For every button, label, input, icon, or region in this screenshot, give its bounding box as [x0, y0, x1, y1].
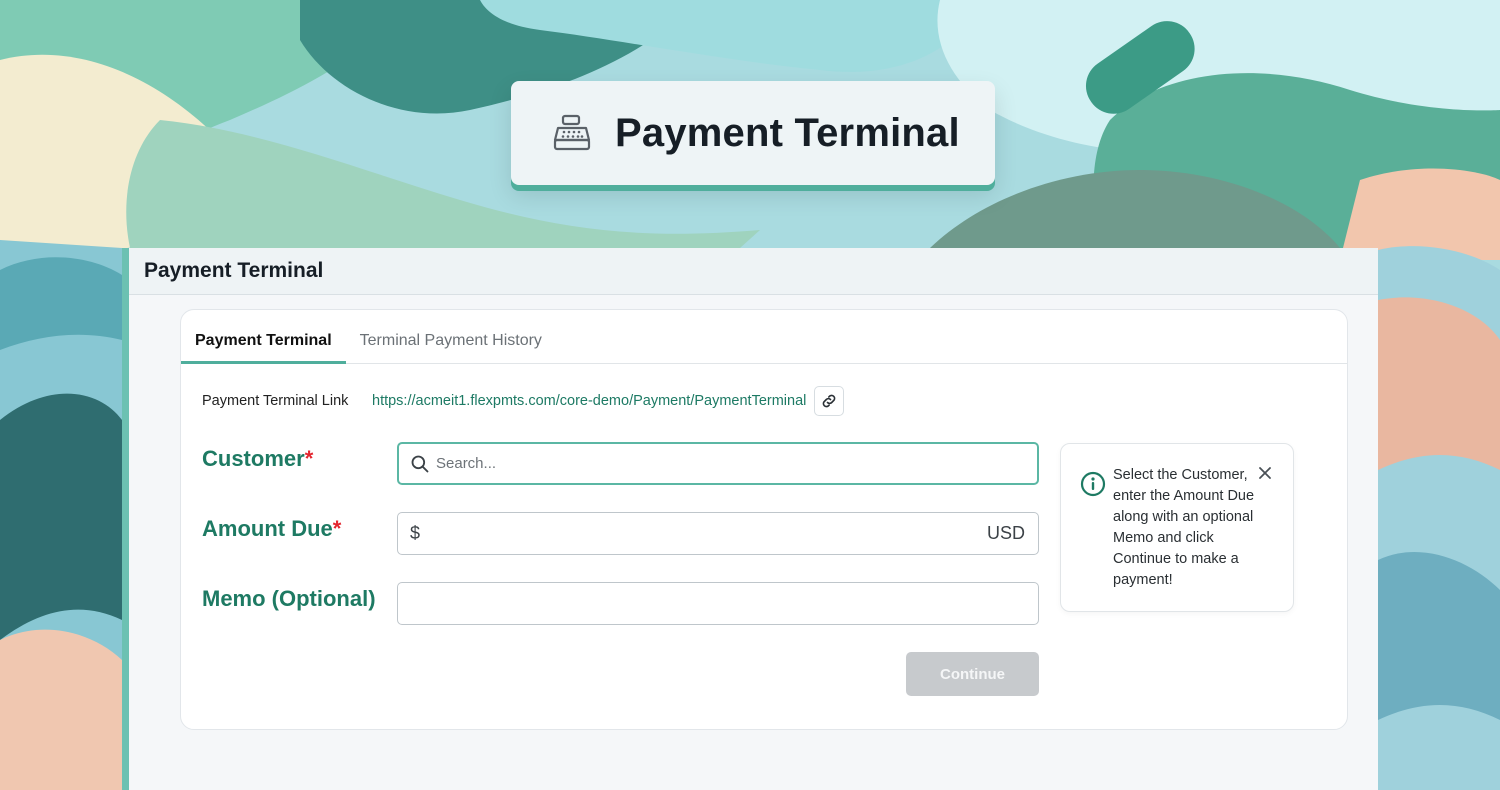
page-banner: Payment Terminal [511, 81, 995, 185]
terminal-link-url[interactable]: https://acmeit1.flexpmts.com/core-demo/P… [372, 393, 806, 409]
terminal-link-row: Payment Terminal Link https://acmeit1.fl… [202, 386, 845, 416]
banner-title: Payment Terminal [615, 110, 960, 155]
customer-search-input[interactable]: Search... [397, 442, 1039, 485]
panel-header: Payment Terminal [129, 248, 1378, 295]
info-callout: Select the Customer, enter the Amount Du… [1060, 443, 1294, 612]
currency-prefix: $ [410, 523, 421, 543]
tab-bar: Payment Terminal Terminal Payment Histor… [181, 310, 1347, 364]
main-panel: Payment Terminal Payment Terminal Termin… [122, 248, 1378, 790]
link-icon [823, 394, 836, 408]
amount-due-input[interactable]: $ USD [397, 512, 1039, 555]
info-text: Select the Customer, enter the Amount Du… [1113, 467, 1255, 588]
cash-register-icon [553, 114, 591, 151]
customer-label: Customer* [202, 446, 313, 472]
amount-due-label: Amount Due* [202, 516, 341, 542]
required-mark: * [304, 446, 314, 471]
tab-terminal-payment-history[interactable]: Terminal Payment History [346, 332, 556, 363]
customer-label-text: Customer [202, 446, 305, 471]
memo-input[interactable] [397, 582, 1039, 625]
search-icon [411, 455, 429, 472]
continue-button[interactable]: Continue [906, 652, 1039, 696]
tab-payment-terminal[interactable]: Payment Terminal [181, 332, 346, 364]
page-title: Payment Terminal [144, 259, 324, 282]
memo-label: Memo (Optional) [202, 586, 376, 611]
currency-suffix: USD [986, 523, 1025, 543]
info-icon [1080, 471, 1106, 497]
terminal-card: Payment Terminal Terminal Payment Histor… [180, 309, 1348, 730]
terminal-link-label: Payment Terminal Link [202, 393, 349, 409]
close-icon[interactable] [1258, 466, 1272, 480]
customer-search-placeholder: Search... [436, 455, 497, 472]
amount-due-label-text: Amount Due [202, 516, 333, 541]
copy-link-button[interactable] [814, 386, 845, 416]
required-mark: * [332, 516, 342, 541]
